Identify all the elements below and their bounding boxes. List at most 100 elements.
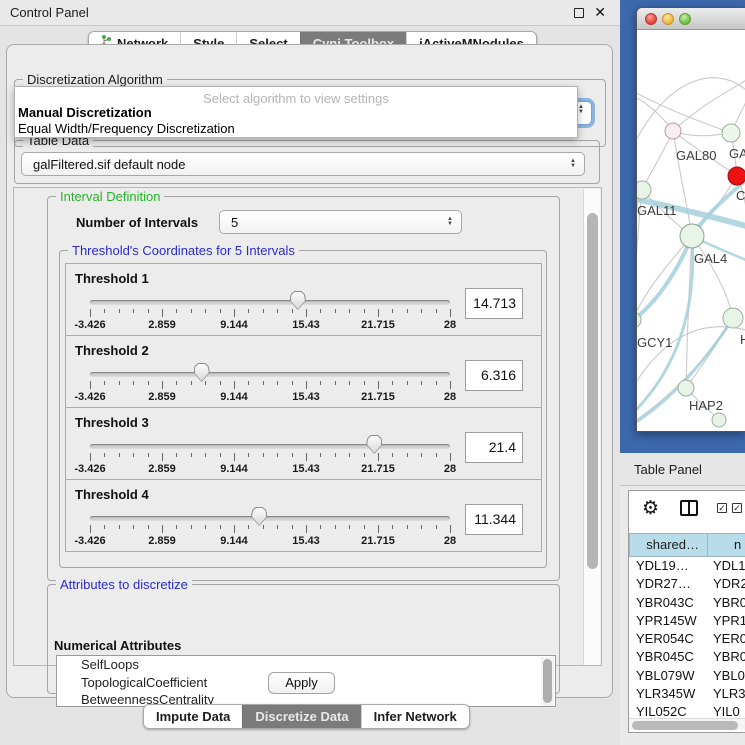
node-label: HAP2 bbox=[689, 398, 723, 413]
table-cell: YIL0 bbox=[708, 703, 745, 717]
tick-mark bbox=[234, 453, 235, 461]
tick-mark bbox=[234, 309, 235, 317]
slider-ticks bbox=[90, 453, 450, 462]
panel-scrollbar[interactable] bbox=[583, 189, 600, 665]
tick-mark bbox=[263, 525, 264, 529]
float-window-icon[interactable] bbox=[574, 8, 584, 18]
select-all-icon[interactable]: ✓ bbox=[732, 503, 742, 513]
table-row[interactable]: YBR045CYBR0 bbox=[629, 648, 745, 666]
table-row[interactable]: YPR145WYPR1 bbox=[629, 612, 745, 630]
tick-mark bbox=[176, 453, 177, 457]
table-row[interactable]: YDL19…YDL1 bbox=[629, 557, 745, 575]
table-row[interactable]: YLR345WYLR3 bbox=[629, 685, 745, 703]
table-column-header[interactable]: shared… bbox=[629, 533, 708, 557]
table-data-value: galFiltered.sif default node bbox=[33, 157, 185, 172]
tab-impute-data[interactable]: Impute Data bbox=[144, 705, 242, 728]
threshold-value-field[interactable]: 21.4 bbox=[465, 432, 523, 463]
number-of-intervals-spinner[interactable]: 5 ▲▼ bbox=[219, 210, 462, 234]
attributes-scrollbar[interactable] bbox=[541, 657, 554, 707]
minimize-traffic-light-icon[interactable] bbox=[662, 13, 674, 25]
table-row[interactable]: YBL079WYBL0 bbox=[629, 667, 745, 685]
attributes-scrollbar-thumb[interactable] bbox=[543, 659, 552, 703]
table-column-header[interactable]: n bbox=[708, 533, 745, 557]
threshold-slider-thumb[interactable] bbox=[194, 363, 210, 382]
table-cell: YBL0 bbox=[708, 667, 745, 685]
thresholds-list: Threshold 1-3.4262.8599.14415.4321.71528… bbox=[65, 264, 542, 552]
threshold-slider-thumb[interactable] bbox=[251, 507, 267, 526]
close-icon[interactable]: ✕ bbox=[594, 4, 606, 21]
network-node[interactable] bbox=[680, 224, 704, 248]
network-node[interactable] bbox=[678, 380, 694, 396]
apply-button[interactable]: Apply bbox=[268, 672, 335, 694]
gear-icon[interactable]: ⚙ bbox=[642, 497, 659, 520]
number-of-intervals-label: Number of Intervals bbox=[76, 215, 198, 230]
network-canvas[interactable]: GAL80GACGAL11GAL4GCY1HHAP2 bbox=[637, 30, 745, 432]
select-columns-icon[interactable]: ✓ bbox=[717, 503, 727, 513]
tab-discretize-data[interactable]: Discretize Data bbox=[242, 705, 360, 728]
tick-mark bbox=[292, 309, 293, 313]
tick-mark bbox=[90, 525, 91, 533]
table-row[interactable]: YER054CYER0 bbox=[629, 630, 745, 648]
control-panel-titlebar: Control Panel ✕ bbox=[0, 0, 620, 26]
close-traffic-light-icon[interactable] bbox=[645, 13, 657, 25]
algorithm-option[interactable]: Manual Discretization bbox=[18, 105, 152, 120]
tick-mark bbox=[292, 381, 293, 385]
tick-mark bbox=[364, 309, 365, 313]
threshold-panel: Threshold 1-3.4262.8599.14415.4321.71528… bbox=[65, 263, 542, 336]
network-node[interactable] bbox=[722, 124, 740, 142]
network-node[interactable] bbox=[637, 181, 651, 199]
zoom-traffic-light-icon[interactable] bbox=[679, 13, 691, 25]
threshold-slider-track[interactable] bbox=[90, 516, 450, 521]
table-row[interactable]: YDR27…YDR2 bbox=[629, 575, 745, 593]
panel-scrollbar-thumb[interactable] bbox=[587, 213, 598, 569]
table-hscrollbar[interactable] bbox=[629, 718, 745, 730]
table-cell: YDL1 bbox=[708, 557, 745, 575]
tab-label: Infer Network bbox=[374, 705, 457, 729]
tick-mark bbox=[364, 453, 365, 457]
tick-mark bbox=[263, 381, 264, 385]
threshold-panel: Threshold 2-3.4262.8599.14415.4321.71528… bbox=[65, 335, 542, 408]
network-node[interactable] bbox=[712, 413, 726, 427]
attributes-group-title: Attributes to discretize bbox=[56, 577, 192, 592]
tick-mark bbox=[450, 309, 451, 317]
tick-mark bbox=[248, 453, 249, 457]
network-graph[interactable]: GAL80GACGAL11GAL4GCY1HHAP2 bbox=[637, 30, 745, 432]
table-data-combobox[interactable]: galFiltered.sif default node ▲▼ bbox=[21, 152, 585, 176]
tick-mark bbox=[392, 309, 393, 313]
network-node[interactable] bbox=[728, 167, 745, 185]
tick-mark bbox=[248, 525, 249, 529]
tab-label: Impute Data bbox=[156, 705, 230, 729]
slider-thumb-face bbox=[195, 364, 209, 381]
threshold-value-field[interactable]: 14.713 bbox=[465, 288, 523, 319]
tick-label: 28 bbox=[444, 391, 456, 403]
network-view-window[interactable]: GAL80GACGAL11GAL4GCY1HHAP2 bbox=[636, 7, 745, 432]
network-node[interactable] bbox=[723, 308, 743, 328]
tab-infer-network[interactable]: Infer Network bbox=[361, 705, 469, 728]
table-panel-title: Table Panel bbox=[634, 462, 702, 477]
threshold-slider-thumb[interactable] bbox=[366, 435, 382, 454]
threshold-slider-thumb[interactable] bbox=[290, 291, 306, 310]
tick-mark bbox=[277, 381, 278, 385]
tick-mark bbox=[450, 453, 451, 461]
split-panel-icon[interactable] bbox=[680, 500, 698, 516]
tab-label: Discretize Data bbox=[255, 705, 348, 729]
threshold-slider-track[interactable] bbox=[90, 372, 450, 377]
network-node[interactable] bbox=[665, 123, 681, 139]
threshold-slider-track[interactable] bbox=[90, 444, 450, 449]
table-panel-titlebar: Table Panel bbox=[620, 453, 745, 486]
threshold-slider-track[interactable] bbox=[90, 300, 450, 305]
tick-mark bbox=[104, 381, 105, 385]
table-header-row: shared…n bbox=[629, 533, 745, 557]
table-hscrollbar-thumb[interactable] bbox=[632, 721, 738, 730]
threshold-value-field[interactable]: 6.316 bbox=[465, 360, 523, 391]
tick-mark bbox=[277, 525, 278, 529]
algorithm-option[interactable]: Equal Width/Frequency Discretization bbox=[18, 121, 235, 136]
tick-mark bbox=[364, 525, 365, 529]
tick-mark bbox=[248, 381, 249, 385]
table-row[interactable]: YIL052CYIL0 bbox=[629, 703, 745, 717]
tick-mark bbox=[320, 525, 321, 529]
attribute-list-item[interactable]: SelfLoops bbox=[57, 656, 555, 674]
threshold-value-field[interactable]: 11.344 bbox=[465, 504, 523, 535]
network-edge bbox=[692, 236, 733, 318]
table-row[interactable]: YBR043CYBR0 bbox=[629, 594, 745, 612]
